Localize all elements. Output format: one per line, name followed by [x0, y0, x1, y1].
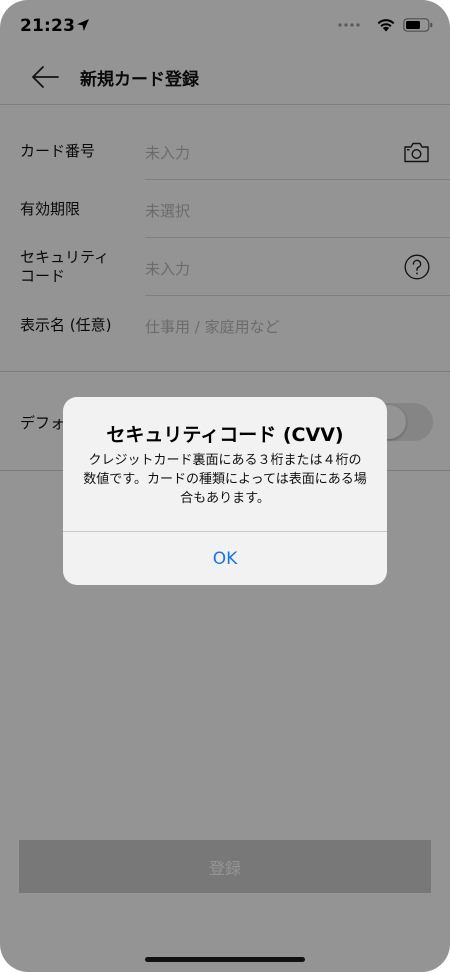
cvv-alert-dialog: セキュリティコード (CVV) クレジットカード裏面にある３桁または４桁の数値で…	[63, 397, 387, 585]
alert-ok-button[interactable]: OK	[63, 532, 387, 585]
home-indicator	[145, 957, 305, 962]
alert-title: セキュリティコード (CVV)	[106, 424, 344, 446]
phone-screen: 21:23 新規カード登録 カード番号 未入力 有効期限 未選択 セキュリティ …	[0, 0, 450, 972]
alert-message: クレジットカード裏面にある３桁または４桁の数値です。カードの種類によっては表面に…	[83, 453, 367, 506]
